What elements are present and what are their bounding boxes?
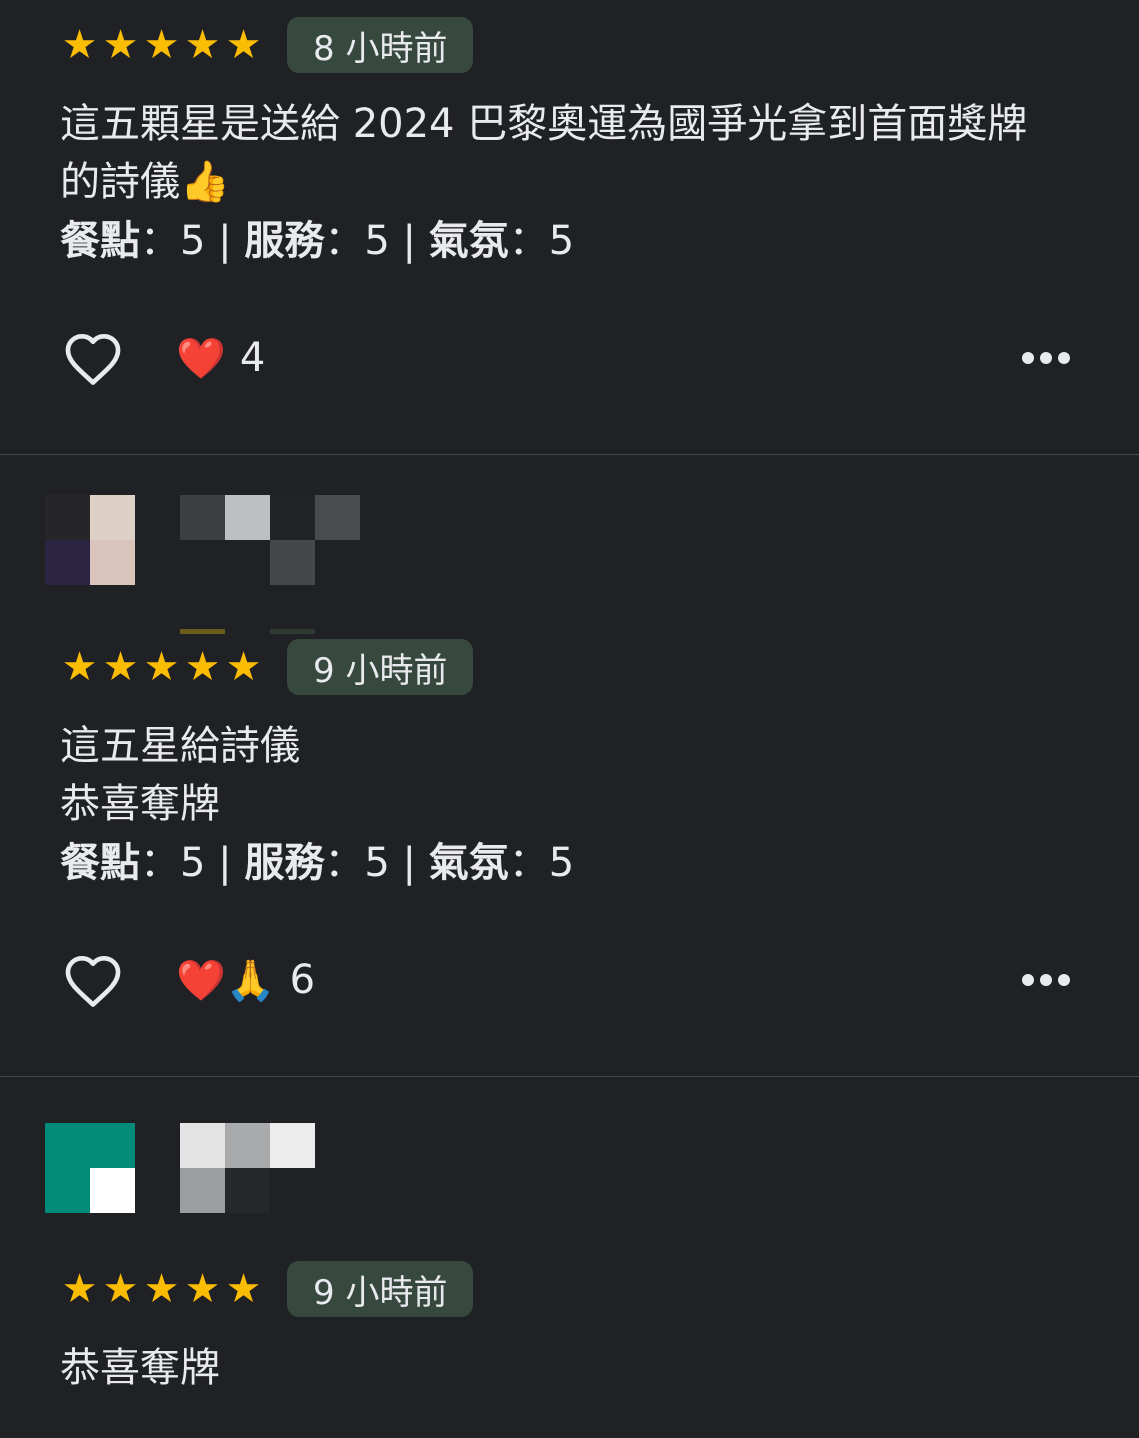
- atmosphere-value: ：5: [508, 218, 575, 264]
- service-label: 服務: [244, 840, 325, 886]
- star-icon: ★: [184, 22, 221, 68]
- more-dot: [1058, 352, 1070, 364]
- more-options-button[interactable]: [1022, 945, 1070, 1015]
- heart-outline-icon: [65, 955, 121, 1007]
- food-label: 餐點: [60, 218, 140, 264]
- food-value: ：5 |: [140, 218, 232, 264]
- avatar-pixelated[interactable]: [45, 495, 135, 585]
- review-1-sub-ratings: 餐點：5 | 服務：5 | 氣氛：5: [60, 212, 574, 270]
- review-2-text-line-1: 這五星給詩儀: [60, 723, 300, 769]
- name-pixel: [315, 495, 360, 540]
- reactions-summary[interactable]: ❤️🙏 6: [176, 957, 315, 1004]
- avatar-pixel: [45, 1168, 90, 1213]
- rating-stars: ★ ★ ★ ★ ★: [60, 1269, 263, 1309]
- avatar-pixel: [45, 540, 90, 585]
- atmosphere-label: 氣氛: [428, 218, 509, 264]
- name-pixel: [270, 1123, 315, 1168]
- more-dot: [1022, 352, 1034, 364]
- star-icon: ★: [102, 1266, 139, 1312]
- review-2-meta: ★ ★ ★ ★ ★ 9 小時前: [60, 639, 474, 695]
- avatar-pixel: [90, 1123, 135, 1168]
- more-dot: [1040, 352, 1052, 364]
- heart-outline-icon: [65, 333, 121, 385]
- food-label: 餐點: [60, 840, 140, 886]
- review-divider: [0, 1076, 1139, 1077]
- review-1-text-line-1: 這五顆星是送給 2024 巴黎奧運為國爭光拿到首面獎牌: [60, 101, 1028, 147]
- more-options-button[interactable]: [1022, 323, 1070, 393]
- pixel-strip: [180, 629, 225, 634]
- reaction-count: 6: [289, 957, 316, 1003]
- more-dot: [1058, 974, 1070, 986]
- service-label: 服務: [244, 218, 325, 264]
- name-pixel: [225, 1123, 270, 1168]
- rating-stars: ★ ★ ★ ★ ★: [60, 25, 263, 65]
- pixel-strip: [270, 629, 315, 634]
- review-2-actions: ❤️🙏 6: [60, 945, 1080, 1015]
- star-icon: ★: [102, 22, 139, 68]
- reaction-emojis: ❤️🙏: [176, 957, 276, 1004]
- time-badge: 9 小時前: [287, 1261, 474, 1317]
- more-dot: [1022, 974, 1034, 986]
- star-icon: ★: [225, 1266, 262, 1312]
- reaction-count: 4: [239, 335, 266, 381]
- star-icon: ★: [225, 644, 262, 690]
- review-1-meta: ★ ★ ★ ★ ★ 8 小時前: [60, 17, 474, 73]
- reactions-summary[interactable]: ❤️ 4: [176, 335, 265, 382]
- service-value: ：5 |: [324, 840, 416, 886]
- star-icon: ★: [143, 1266, 180, 1312]
- star-icon: ★: [184, 644, 221, 690]
- star-icon: ★: [61, 22, 98, 68]
- avatar-pixel: [90, 1168, 135, 1213]
- service-value: ：5 |: [324, 218, 416, 264]
- review-divider: [0, 454, 1139, 455]
- atmosphere-label: 氣氛: [428, 840, 509, 886]
- atmosphere-value: ：5: [508, 840, 575, 886]
- reviewer-name-pixelated[interactable]: [180, 1123, 360, 1213]
- star-icon: ★: [225, 22, 262, 68]
- reviewer-name-pixelated[interactable]: [180, 495, 360, 585]
- star-icon: ★: [184, 1266, 221, 1312]
- like-button[interactable]: [60, 327, 126, 389]
- review-2-text-line-2: 恭喜奪牌: [60, 781, 220, 827]
- star-icon: ★: [143, 22, 180, 68]
- avatar-pixel: [45, 1123, 90, 1168]
- name-pixel: [270, 495, 315, 540]
- review-3-text-line-1: 恭喜奪牌: [60, 1345, 220, 1391]
- more-dot: [1040, 974, 1052, 986]
- time-badge: 9 小時前: [287, 639, 474, 695]
- star-icon: ★: [102, 644, 139, 690]
- name-pixel: [225, 1168, 270, 1213]
- avatar-pixel: [90, 540, 135, 585]
- review-1-actions: ❤️ 4: [60, 323, 1080, 393]
- avatar-pixelated[interactable]: [45, 1123, 135, 1213]
- review-2-sub-ratings: 餐點：5 | 服務：5 | 氣氛：5: [60, 834, 574, 892]
- avatar-pixel: [45, 495, 90, 540]
- star-icon: ★: [61, 1266, 98, 1312]
- reaction-emojis: ❤️: [176, 335, 226, 382]
- review-3-meta: ★ ★ ★ ★ ★ 9 小時前: [60, 1261, 474, 1317]
- like-button[interactable]: [60, 949, 126, 1011]
- star-icon: ★: [61, 644, 98, 690]
- star-icon: ★: [143, 644, 180, 690]
- name-pixel: [180, 1123, 225, 1168]
- name-pixel: [180, 1168, 225, 1213]
- avatar-pixel: [90, 495, 135, 540]
- review-1-text-line-2: 的詩儀👍: [60, 159, 230, 205]
- name-pixel: [225, 495, 270, 540]
- name-pixel: [180, 495, 225, 540]
- time-badge: 8 小時前: [287, 17, 474, 73]
- name-pixel: [270, 540, 315, 585]
- rating-stars: ★ ★ ★ ★ ★: [60, 647, 263, 687]
- food-value: ：5 |: [140, 840, 232, 886]
